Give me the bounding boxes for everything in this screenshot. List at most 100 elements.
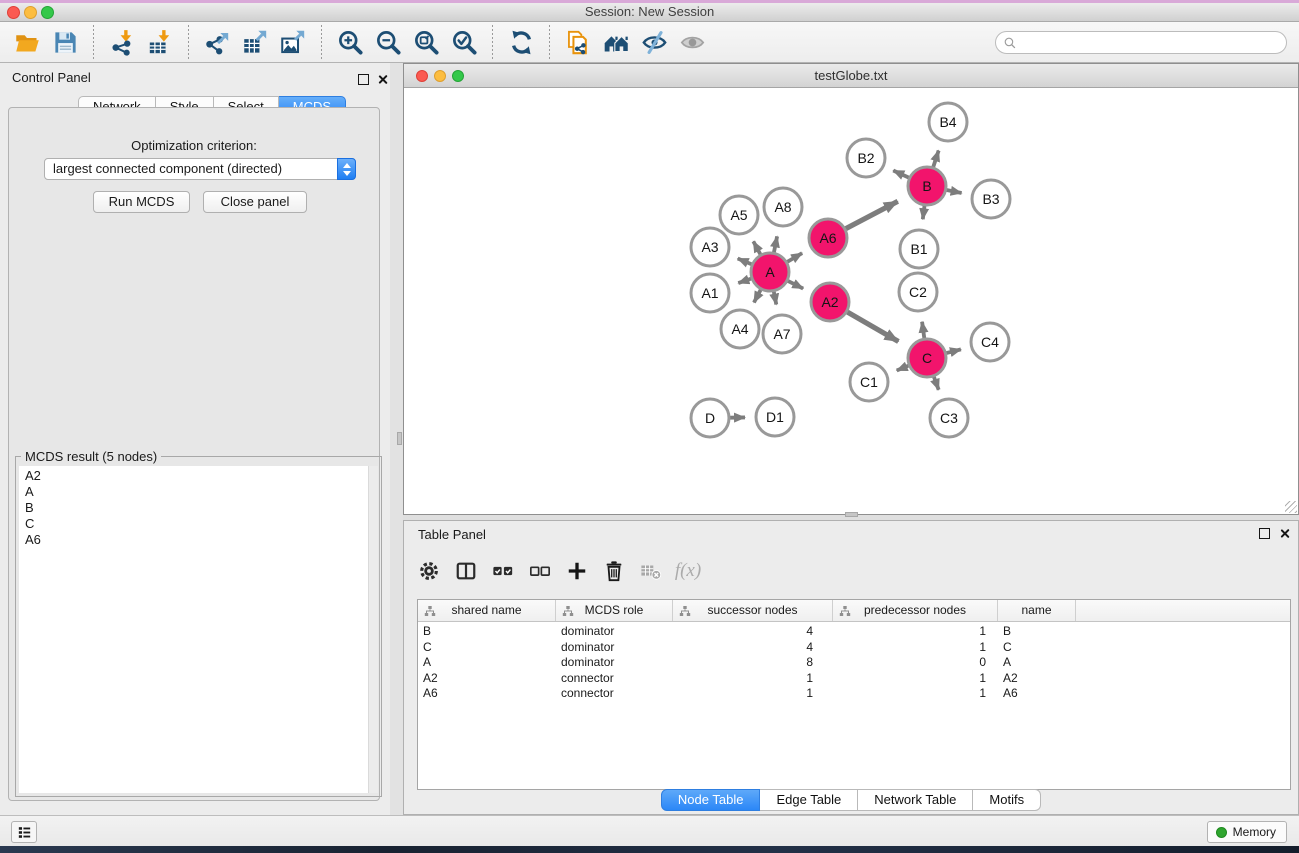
table-cell[interactable]: 4 (673, 640, 833, 656)
memory-button[interactable]: Memory (1207, 821, 1287, 843)
zoom-out-button[interactable] (373, 27, 403, 57)
select-all-rows-button[interactable] (491, 558, 515, 584)
graph-edge-B-B2[interactable] (893, 171, 909, 178)
network-graph[interactable]: AA1A2A3A4A5A6A7A8BB1B2B3B4CC1C2C3C4DD1 (404, 88, 1298, 514)
table-cell[interactable]: 1 (833, 686, 998, 702)
table-cell[interactable]: A6 (418, 686, 556, 702)
table-cell[interactable]: 1 (673, 671, 833, 687)
table-cell[interactable]: C (418, 640, 556, 656)
export-image-button[interactable] (278, 27, 308, 57)
minimize-window-button[interactable] (24, 6, 37, 19)
save-session-button[interactable] (50, 27, 80, 57)
table-row[interactable]: Bdominator41B (418, 624, 1290, 640)
mcds-result-item[interactable]: B (19, 500, 378, 516)
graph-node-A3[interactable]: A3 (691, 228, 729, 266)
table-row[interactable]: Cdominator41C (418, 640, 1290, 656)
table-cell[interactable]: 1 (833, 624, 998, 640)
task-history-button[interactable] (11, 821, 37, 843)
graph-node-C4[interactable]: C4 (971, 323, 1009, 361)
tab-edge-table[interactable]: Edge Table (760, 789, 858, 811)
result-scrollbar[interactable] (368, 466, 378, 793)
table-cell[interactable]: B (998, 624, 1076, 640)
zoom-selected-button[interactable] (449, 27, 479, 57)
table-cell[interactable]: 1 (833, 640, 998, 656)
criterion-dropdown[interactable]: largest connected component (directed) (44, 158, 356, 180)
column-header-successor-nodes[interactable]: successor nodes (673, 600, 833, 621)
network-canvas[interactable]: AA1A2A3A4A5A6A7A8BB1B2B3B4CC1C2C3C4DD1 (404, 88, 1298, 514)
graph-node-B[interactable]: B (908, 167, 946, 205)
graph-node-A1[interactable]: A1 (691, 274, 729, 312)
graph-edge-A-A5[interactable] (753, 241, 760, 254)
network-vertical-scroll-thumb[interactable] (397, 432, 402, 445)
graph-node-D1[interactable]: D1 (756, 398, 794, 436)
zoom-in-button[interactable] (335, 27, 365, 57)
graph-node-A7[interactable]: A7 (763, 315, 801, 353)
graph-edge-B-B4[interactable] (933, 151, 938, 167)
graph-edge-C-C4[interactable] (946, 349, 961, 353)
close-window-button[interactable] (7, 6, 20, 19)
graph-node-C2[interactable]: C2 (899, 273, 937, 311)
search-field[interactable] (995, 31, 1287, 54)
table-cell[interactable]: C (998, 640, 1076, 656)
table-cell[interactable]: dominator (556, 640, 673, 656)
close-panel-icon[interactable] (377, 74, 388, 85)
graph-node-A4[interactable]: A4 (721, 310, 759, 348)
graph-edge-A-A7[interactable] (774, 292, 776, 305)
network-close-button[interactable] (416, 70, 428, 82)
graph-node-B3[interactable]: B3 (972, 180, 1010, 218)
graph-edge-A-A1[interactable] (738, 279, 751, 283)
table-row[interactable]: A2connector11A2 (418, 671, 1290, 687)
tab-motifs[interactable]: Motifs (973, 789, 1041, 811)
graph-node-A[interactable]: A (751, 253, 789, 291)
graph-node-D[interactable]: D (691, 399, 729, 437)
mcds-result-item[interactable]: C (19, 516, 378, 532)
graph-edge-A-A2[interactable] (788, 281, 803, 289)
graph-edge-A-A4[interactable] (754, 290, 761, 303)
graph-node-B4[interactable]: B4 (929, 103, 967, 141)
open-session-button[interactable] (12, 27, 42, 57)
graph-edge-B-B3[interactable] (947, 190, 962, 193)
graph-node-C3[interactable]: C3 (930, 399, 968, 437)
table-cell[interactable]: 0 (833, 655, 998, 671)
tab-node-table[interactable]: Node Table (661, 789, 761, 811)
table-cell[interactable]: A2 (418, 671, 556, 687)
network-zoom-button[interactable] (452, 70, 464, 82)
graph-edge-B-B1[interactable] (923, 206, 925, 219)
table-cell[interactable]: 8 (673, 655, 833, 671)
graph-edge-A-A3[interactable] (738, 259, 752, 265)
graph-edge-A-A8[interactable] (774, 236, 777, 252)
network-minimize-button[interactable] (434, 70, 446, 82)
show-hide-button[interactable] (677, 27, 707, 57)
table-row[interactable]: A6connector11A6 (418, 686, 1290, 702)
graph-node-B1[interactable]: B1 (900, 230, 938, 268)
table-cell[interactable]: A2 (998, 671, 1076, 687)
delete-column-button[interactable] (602, 558, 626, 584)
table-cell[interactable]: B (418, 624, 556, 640)
column-header-MCDS-role[interactable]: MCDS role (556, 600, 673, 621)
new-network-from-selection-button[interactable] (563, 27, 593, 57)
table-cell[interactable]: A6 (998, 686, 1076, 702)
export-table-button[interactable] (240, 27, 270, 57)
float-table-panel-icon[interactable] (1259, 528, 1270, 539)
column-header-name[interactable]: name (998, 600, 1076, 621)
window-resize-grip[interactable] (1285, 501, 1297, 513)
tab-network-table[interactable]: Network Table (858, 789, 973, 811)
table-cell[interactable]: connector (556, 686, 673, 702)
table-cell[interactable]: A (998, 655, 1076, 671)
float-panel-icon[interactable] (358, 74, 369, 85)
graph-node-A6[interactable]: A6 (809, 219, 847, 257)
deselect-all-rows-button[interactable] (528, 558, 552, 584)
zoom-fit-button[interactable] (411, 27, 441, 57)
graph-node-C[interactable]: C (908, 339, 946, 377)
table-cell[interactable]: connector (556, 671, 673, 687)
column-header-predecessor-nodes[interactable]: predecessor nodes (833, 600, 998, 621)
table-cell[interactable]: 1 (673, 686, 833, 702)
graph-edge-A6-B[interactable] (846, 201, 898, 228)
import-table-button[interactable] (145, 27, 175, 57)
column-header-shared-name[interactable]: shared name (418, 600, 556, 621)
graph-edge-C-C1[interactable] (897, 366, 909, 371)
graph-node-C1[interactable]: C1 (850, 363, 888, 401)
graph-edge-A2-C[interactable] (847, 312, 898, 342)
home-layout-button[interactable] (601, 27, 631, 57)
mcds-result-item[interactable]: A (19, 484, 378, 500)
